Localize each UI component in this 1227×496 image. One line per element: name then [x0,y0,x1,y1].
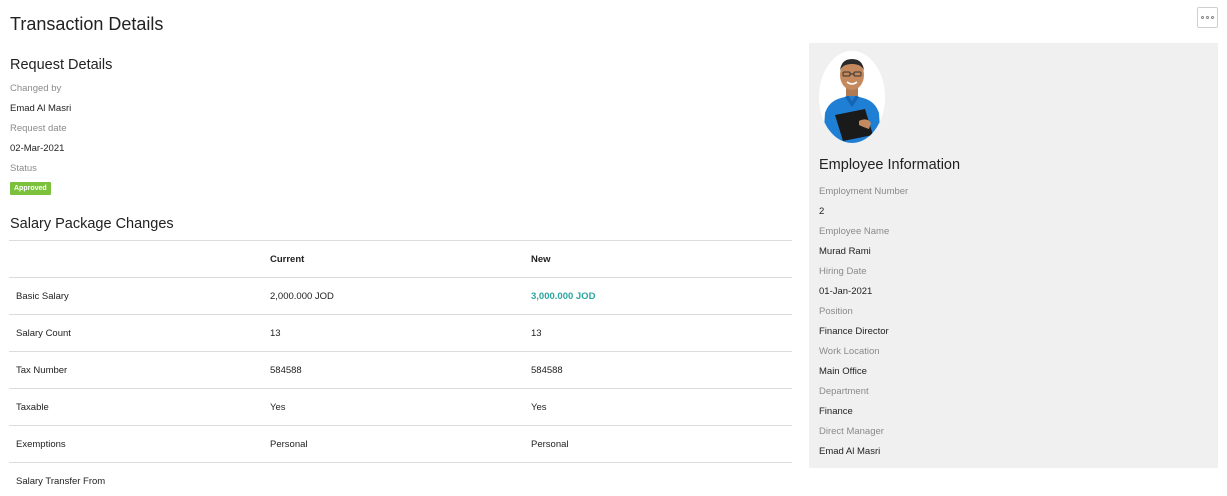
salary-changes-table: Current New Basic Salary 2,000.000 JOD 3… [9,240,792,496]
table-row: Taxable Yes Yes [9,388,792,426]
employee-info-title: Employee Information [819,157,961,173]
row-label: Salary Count [9,314,263,352]
current-value [263,462,524,496]
new-value: Yes [524,388,792,426]
row-label: Salary Transfer From [9,462,263,496]
employee-info-panel: Employee Information Employment Number 2… [809,43,1218,468]
request-details-title: Request Details [10,57,113,73]
salary-changes-title: Salary Package Changes [10,216,174,232]
current-value: Yes [263,388,524,426]
row-label: Basic Salary [9,277,263,315]
changed-by-value: Emad Al Masri [10,103,72,114]
row-label: Exemptions [9,425,263,463]
changed-by-label: Changed by [10,83,62,94]
work-location-label: Work Location [819,346,880,357]
column-header-new: New [524,240,792,278]
column-header-field [9,240,263,278]
new-value: Personal [524,425,792,463]
direct-manager-value: Emad Al Masri [819,446,881,457]
table-row: Salary Count 13 13 [9,314,792,352]
status-badge: Approved [10,182,51,195]
row-label: Tax Number [9,351,263,389]
status-label: Status [10,163,37,174]
employment-number-label: Employment Number [819,186,909,197]
new-value: 13 [524,314,792,352]
current-value: Personal [263,425,524,463]
position-value: Finance Director [819,326,889,337]
current-value: 13 [263,314,524,352]
employee-name-label: Employee Name [819,226,890,237]
avatar [819,51,885,143]
hiring-date-label: Hiring Date [819,266,867,277]
employment-number-value: 2 [819,206,825,217]
more-dot-icon [1201,16,1204,19]
new-value: 584588 [524,351,792,389]
table-header-row: Current New [9,240,792,278]
department-value: Finance [819,406,853,417]
new-value-changed: 3,000.000 JOD [524,277,792,315]
employee-name-value: Murad Rami [819,246,871,257]
direct-manager-label: Direct Manager [819,426,884,437]
hiring-date-value: 01-Jan-2021 [819,286,873,297]
request-date-value: 02-Mar-2021 [10,143,65,154]
position-label: Position [819,306,853,317]
new-value [524,462,792,496]
table-row: Tax Number 584588 584588 [9,351,792,389]
more-options-button[interactable] [1197,7,1218,28]
table-row: Salary Transfer From [9,462,792,496]
row-label: Taxable [9,388,263,426]
column-header-current: Current [263,240,524,278]
more-dot-icon [1211,16,1214,19]
employee-photo [819,51,885,143]
table-row: Basic Salary 2,000.000 JOD 3,000.000 JOD [9,277,792,315]
table-row: Exemptions Personal Personal [9,425,792,463]
more-dot-icon [1206,16,1209,19]
work-location-value: Main Office [819,366,867,377]
department-label: Department [819,386,869,397]
current-value: 2,000.000 JOD [263,277,524,315]
page-title: Transaction Details [10,14,164,34]
current-value: 584588 [263,351,524,389]
request-date-label: Request date [10,123,67,134]
